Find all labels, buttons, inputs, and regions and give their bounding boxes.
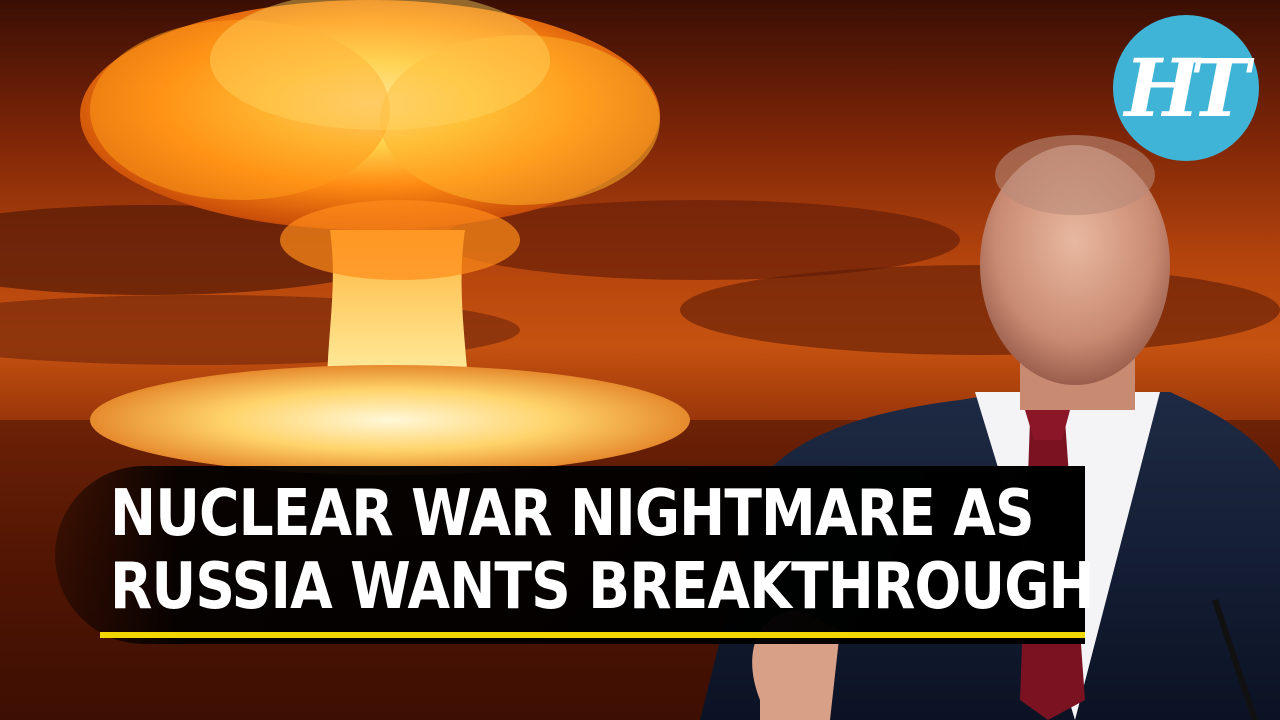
headline-line-2: RUSSIA WANTS BREAKTHROUGH — [110, 550, 1095, 624]
ht-logo-text: HT — [1124, 41, 1249, 135]
headline-line-1: NUCLEAR WAR NIGHTMARE AS — [110, 477, 1035, 551]
headline: NUCLEAR WAR NIGHTMARE AS RUSSIA WANTS BR… — [110, 477, 1095, 624]
thumbnail-scene: HT NUCLEAR WAR NIGHTMARE AS RUSSIA WANTS… — [0, 0, 1280, 720]
ht-logo: HT — [1113, 15, 1259, 161]
headline-underline — [100, 632, 1085, 638]
